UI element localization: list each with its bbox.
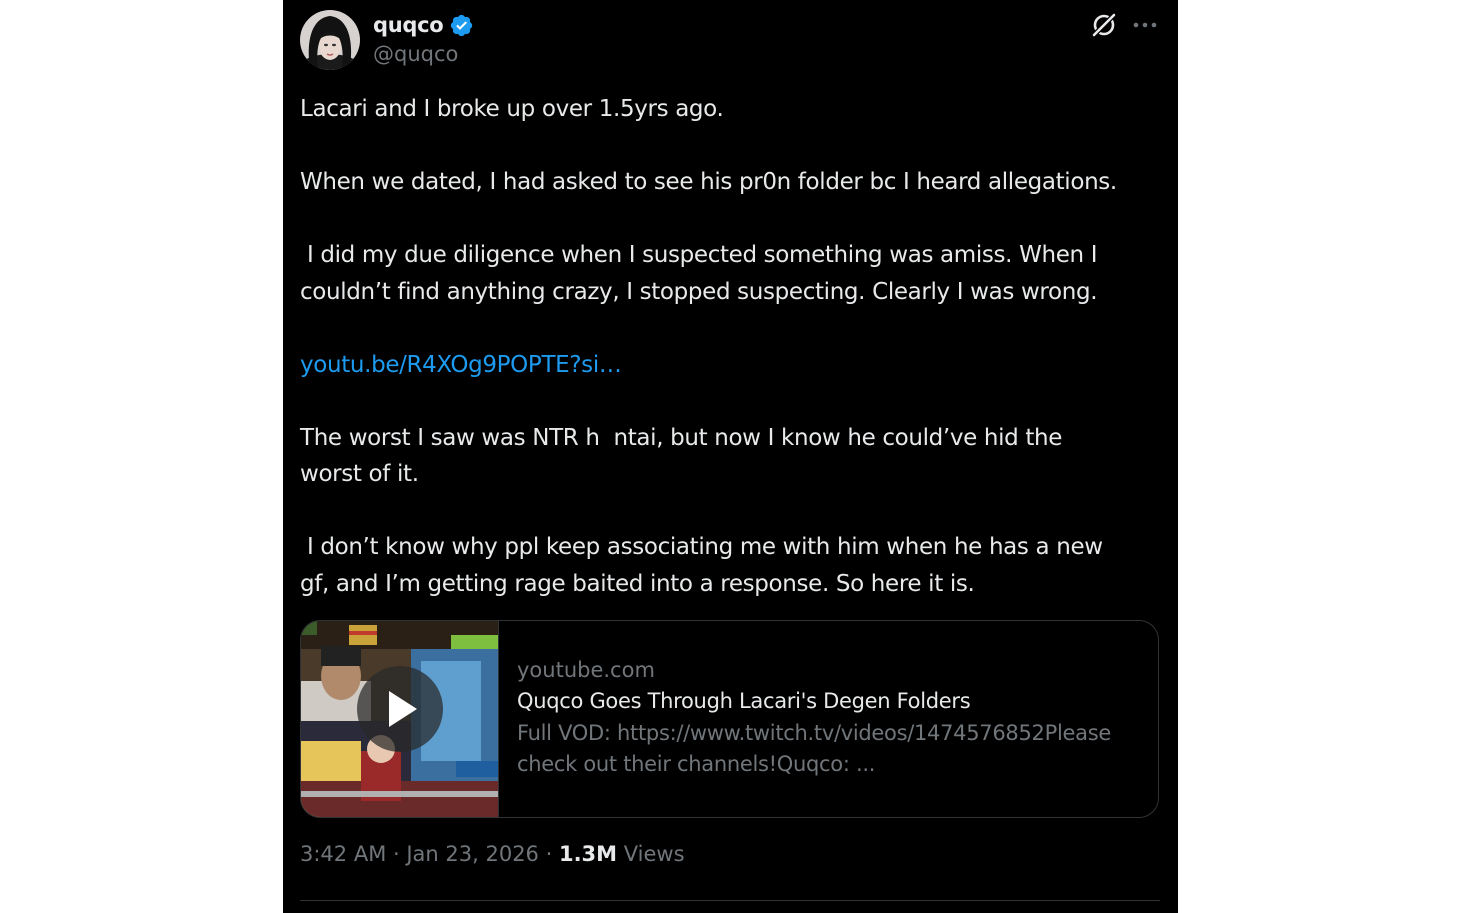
tweet-line: I did my due diligence when I suspected … (300, 242, 1098, 268)
divider (300, 900, 1160, 901)
handle[interactable]: @quqco (373, 42, 458, 66)
meta-separator: · (386, 842, 407, 866)
tweet-line: couldn’t find anything crazy, I stopped … (300, 278, 1098, 305)
tweet-date[interactable]: Jan 23, 2026 (406, 842, 539, 866)
card-description-line: check out their channels!Quqco: ... (517, 752, 876, 776)
tweet-line: I don’t know why ppl keep associating me… (300, 534, 1103, 560)
tweet-text: Lacari and I broke up over 1.5yrs ago. W… (300, 91, 1170, 602)
tweet-panel: quqco @quqco Lacari and I broke up over … (283, 0, 1178, 913)
views-label: Views (623, 842, 685, 866)
author-name-row[interactable]: quqco (373, 10, 474, 40)
display-name[interactable]: quqco (373, 13, 444, 37)
tweet-line: The worst I saw was NTR h ntai, but now … (300, 424, 1063, 451)
meta-separator: · (538, 842, 559, 866)
youtube-link[interactable]: youtu.be/R4XOg9POPTE?si… (300, 347, 1170, 384)
views-count: 1.3M (558, 842, 618, 866)
tweet-time[interactable]: 3:42 AM (300, 842, 386, 866)
tweet-line: When we dated, I had asked to see his pr… (300, 169, 1117, 195)
card-title[interactable]: Quqco Goes Through Lacari's Degen Folder… (517, 685, 1147, 718)
card-domain: youtube.com (517, 658, 655, 682)
tweet-line: Lacari and I broke up over 1.5yrs ago. (300, 96, 724, 122)
card-description-line: Full VOD: https://www.twitch.tv/videos/1… (517, 721, 1111, 745)
tweet-line: worst of it. (300, 461, 419, 487)
more-icon[interactable] (1132, 14, 1158, 36)
tweet-line: gf, and I’m getting rage baited into a r… (300, 570, 975, 597)
verified-badge-icon (451, 14, 473, 36)
tweet-meta: 3:42 AM · Jan 23, 2026 · 1.3M Views (300, 842, 685, 866)
avatar[interactable] (300, 10, 360, 70)
link-preview-card[interactable]: youtube.com Quqco Goes Through Lacari's … (300, 620, 1159, 818)
grok-icon[interactable] (1090, 11, 1118, 39)
video-thumbnail[interactable] (301, 621, 499, 817)
